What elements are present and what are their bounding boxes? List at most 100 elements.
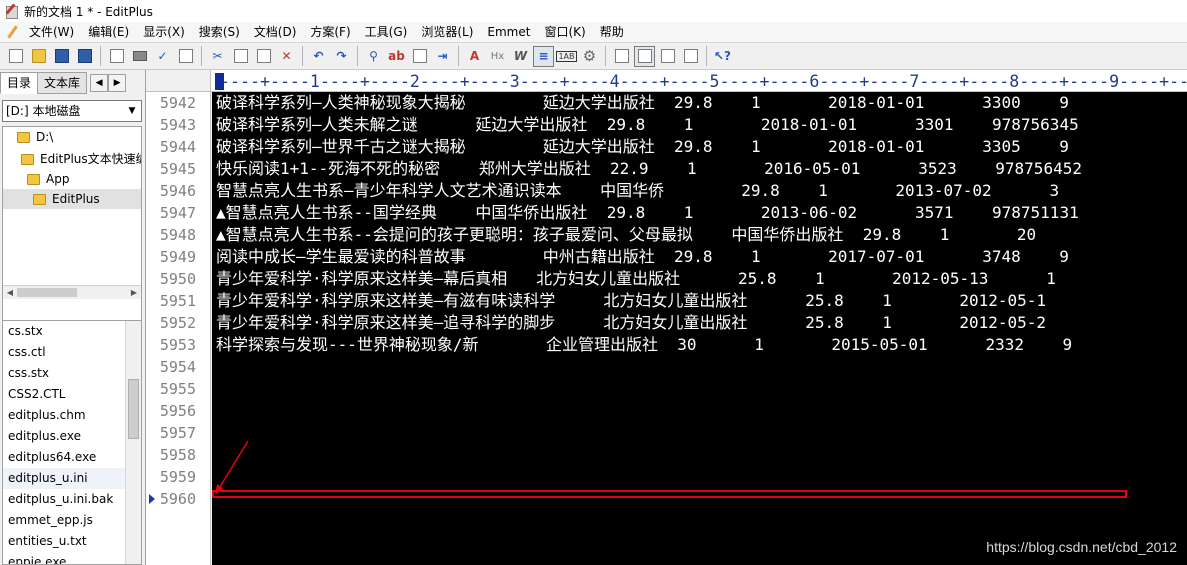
new-file-button[interactable] (5, 46, 26, 67)
code-line[interactable]: 破译科学系列—人类神秘现象大揭秘 延边大学出版社 29.8 1 2018-01-… (216, 92, 1069, 114)
cut-button[interactable]: ✂ (207, 46, 228, 67)
file-item[interactable]: emmet_epp.js (3, 510, 125, 531)
toolbar-separator (706, 46, 707, 66)
code-line[interactable]: 智慧点亮人生书系—青少年科学人文艺术通识读本 中国华侨 29.8 1 2013-… (216, 180, 1059, 202)
toolbar-separator (605, 46, 606, 66)
code-line[interactable]: 破译科学系列—人类未解之谜 延边大学出版社 29.8 1 2018-01-01 … (216, 114, 1079, 136)
menu-window[interactable]: 窗口(K) (537, 22, 592, 42)
goto-line-button[interactable]: ⇥ (432, 46, 453, 67)
code-line[interactable]: 科学探索与发现---世界神秘现象/新 企业管理出版社 30 1 2015-05-… (216, 334, 1072, 356)
menu-project[interactable]: 方案(F) (303, 22, 357, 42)
code-line[interactable]: 快乐阅读1+1--死海不死的秘密 郑州大学出版社 22.9 1 2016-05-… (216, 158, 1082, 180)
code-line[interactable]: 青少年爱科学·科学原来这样美—幕后真相 北方妇女儿童出版社 25.8 1 201… (216, 268, 1056, 290)
code-line[interactable]: 破译科学系列—世界千古之谜大揭秘 延边大学出版社 29.8 1 2018-01-… (216, 136, 1069, 158)
file-item[interactable]: editplus.exe (3, 426, 125, 447)
file-item[interactable]: css.ctl (3, 342, 125, 363)
tab-cliptext[interactable]: 文本库 (37, 72, 88, 94)
hex-button[interactable]: Hx (487, 46, 508, 67)
code-line[interactable]: 青少年爱科学·科学原来这样美—有滋有味读科学 北方妇女儿童出版社 25.8 1 … (216, 290, 1046, 312)
menu-document[interactable]: 文档(D) (247, 22, 304, 42)
menu-tools[interactable]: 工具(G) (358, 22, 415, 42)
toggle-output-button[interactable] (634, 45, 655, 67)
print-icon (132, 51, 147, 61)
menu-edit[interactable]: 编辑(E) (81, 22, 136, 42)
tree-horizontal-scrollbar[interactable]: ◀ ▶ (3, 285, 141, 299)
ruler-toggle[interactable]: 1AB (556, 46, 577, 67)
file-list-vertical-scrollbar[interactable] (125, 321, 141, 564)
editplus-app-icon[interactable] (4, 4, 18, 19)
scrollbar-thumb[interactable] (17, 288, 77, 297)
output-window-icon (637, 49, 652, 63)
file-item[interactable]: editplus.chm (3, 405, 125, 426)
line-number: 5943 (159, 116, 196, 134)
tree-item-drive[interactable]: D:\ (17, 127, 53, 147)
folder-icon (17, 131, 30, 143)
word-wrap-button[interactable]: W (510, 46, 531, 67)
menu-emmet[interactable]: Emmet (480, 22, 537, 42)
open-file-button[interactable] (28, 46, 49, 67)
save-button[interactable] (51, 46, 72, 67)
line-number: 5959 (159, 468, 196, 486)
redo-button[interactable]: ↷ (331, 46, 352, 67)
paste-button[interactable] (253, 46, 274, 67)
reload-button[interactable] (175, 46, 196, 67)
settings-button[interactable]: ⚙ (579, 46, 600, 67)
file-item[interactable]: editplus64.exe (3, 447, 125, 468)
copy-button[interactable] (230, 46, 251, 67)
menu-file[interactable]: 文件(W) (22, 22, 81, 42)
toolbar-separator (302, 46, 303, 66)
menu-browser[interactable]: 浏览器(L) (414, 22, 480, 42)
print-preview-button[interactable] (106, 46, 127, 67)
line-number: 5942 (159, 94, 196, 112)
undo-icon: ↶ (313, 49, 324, 63)
replace-button[interactable]: ab (386, 46, 407, 67)
file-item[interactable]: eppie.exe (3, 552, 125, 564)
code-line[interactable]: 青少年爱科学·科学原来这样美—追寻科学的脚步 北方妇女儿童出版社 25.8 1 … (216, 312, 1046, 334)
tab-directory[interactable]: 目录 (0, 72, 39, 94)
file-item[interactable]: editplus_u.ini (3, 468, 125, 489)
save-all-button[interactable] (74, 46, 95, 67)
menu-help[interactable]: 帮助 (593, 22, 631, 42)
delete-button[interactable]: ✕ (276, 46, 297, 67)
file-item[interactable]: cs.stx (3, 321, 125, 342)
editor-area[interactable]: 破译科学系列—人类神秘现象大揭秘 延边大学出版社 29.8 1 2018-01-… (212, 92, 1187, 565)
spell-check-button[interactable]: ✓ (152, 46, 173, 67)
tree-item-app[interactable]: App (27, 169, 69, 189)
file-item[interactable]: editplus_u.ini.bak (3, 489, 125, 510)
tab-scroll-right-icon[interactable]: ▶ (108, 74, 127, 92)
tab-scroll-left-icon[interactable]: ◀ (90, 74, 109, 92)
save-all-icon (77, 49, 92, 63)
scrollbar-thumb[interactable] (128, 379, 139, 439)
scroll-right-icon[interactable]: ▶ (128, 287, 140, 298)
line-number-toggle[interactable]: ≡ (533, 45, 554, 67)
save-disk-icon (54, 49, 69, 63)
file-item[interactable]: CSS2.CTL (3, 384, 125, 405)
file-item[interactable]: entities_u.txt (3, 531, 125, 552)
font-button[interactable]: A (464, 46, 485, 67)
drive-select[interactable]: [D:] 本地磁盘 ▼ (2, 100, 142, 122)
find-in-files-button[interactable] (409, 46, 430, 67)
file-item[interactable]: css.stx (3, 363, 125, 384)
open-folder-icon (31, 49, 46, 63)
undo-button[interactable]: ↶ (308, 46, 329, 67)
code-line[interactable]: 阅读中成长—学生最爱读的科普故事 中州古籍出版社 29.8 1 2017-07-… (216, 246, 1069, 268)
code-line[interactable]: ▲智慧点亮人生书系--会提问的孩子更聪明：孩子最爱问、父母最拟 中国华侨出版社 … (216, 224, 1036, 246)
print-button[interactable] (129, 46, 150, 67)
toggle-sidebar-button[interactable] (611, 46, 632, 67)
tree-item-editplus[interactable]: EditPlus (3, 189, 141, 209)
toolbar-separator (458, 46, 459, 66)
context-help-button[interactable]: ↖? (712, 46, 733, 67)
tree-item-editplus-folder[interactable]: EditPlus文本快速编辑 (21, 149, 141, 169)
menu-search[interactable]: 搜索(S) (192, 22, 247, 42)
code-line[interactable]: ▲智慧点亮人生书系--国学经典 中国华侨出版社 29.8 1 2013-06-0… (216, 202, 1079, 224)
line-number: 5950 (159, 270, 196, 288)
fullscreen-button[interactable] (657, 46, 678, 67)
tree-item-label: EditPlus文本快速编辑 (40, 152, 141, 166)
browser-preview-button[interactable] (680, 46, 701, 67)
line-number: 5953 (159, 336, 196, 354)
reload-icon (178, 49, 193, 63)
menu-view[interactable]: 显示(X) (136, 22, 192, 42)
scroll-left-icon[interactable]: ◀ (4, 287, 16, 298)
hex-icon: Hx (490, 50, 505, 62)
find-button[interactable]: ⚲ (363, 46, 384, 67)
